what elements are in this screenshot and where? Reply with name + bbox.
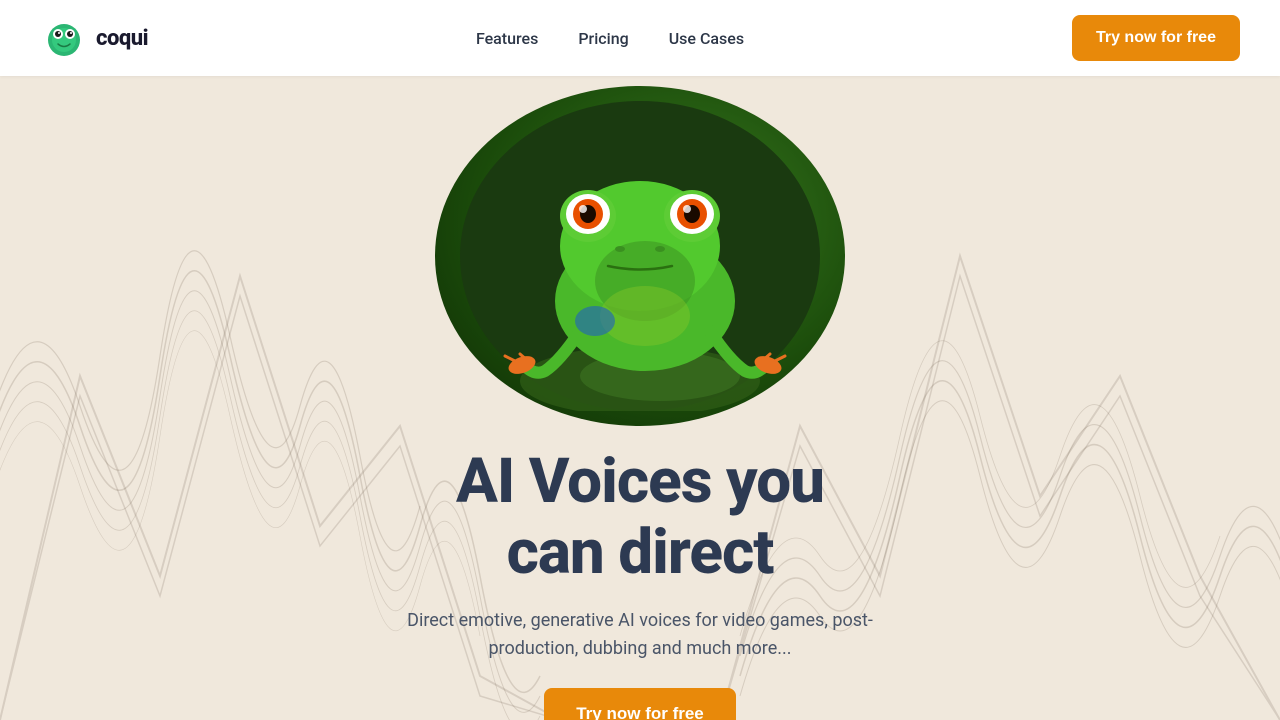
- nav-cta-button[interactable]: Try now for free: [1072, 15, 1240, 61]
- navbar: coqui Features Pricing Use Cases Try now…: [0, 0, 1280, 76]
- logo[interactable]: coqui: [40, 14, 148, 62]
- coqui-logo-icon: [40, 14, 88, 62]
- hero-cta-button[interactable]: Try now for free: [544, 688, 736, 720]
- frog-image: [435, 86, 845, 426]
- nav-item-use-cases[interactable]: Use Cases: [669, 29, 744, 48]
- nav-item-pricing[interactable]: Pricing: [578, 29, 628, 48]
- hero-section: AI Voices you can direct Direct emotive,…: [0, 0, 1280, 720]
- nav-links: Features Pricing Use Cases: [476, 29, 744, 48]
- nav-link-features[interactable]: Features: [476, 29, 538, 48]
- hero-subtitle: Direct emotive, generative AI voices for…: [380, 607, 900, 665]
- nav-item-features[interactable]: Features: [476, 29, 538, 48]
- logo-text: coqui: [96, 26, 148, 51]
- nav-link-pricing[interactable]: Pricing: [578, 29, 628, 48]
- frog-illustration: [460, 101, 820, 411]
- hero-content: AI Voices you can direct Direct emotive,…: [380, 446, 900, 720]
- hero-title: AI Voices you can direct: [380, 446, 900, 589]
- hero-title-line2: can direct: [507, 516, 774, 589]
- nav-link-use-cases[interactable]: Use Cases: [669, 29, 744, 48]
- hero-title-line1: AI Voices you: [456, 445, 824, 518]
